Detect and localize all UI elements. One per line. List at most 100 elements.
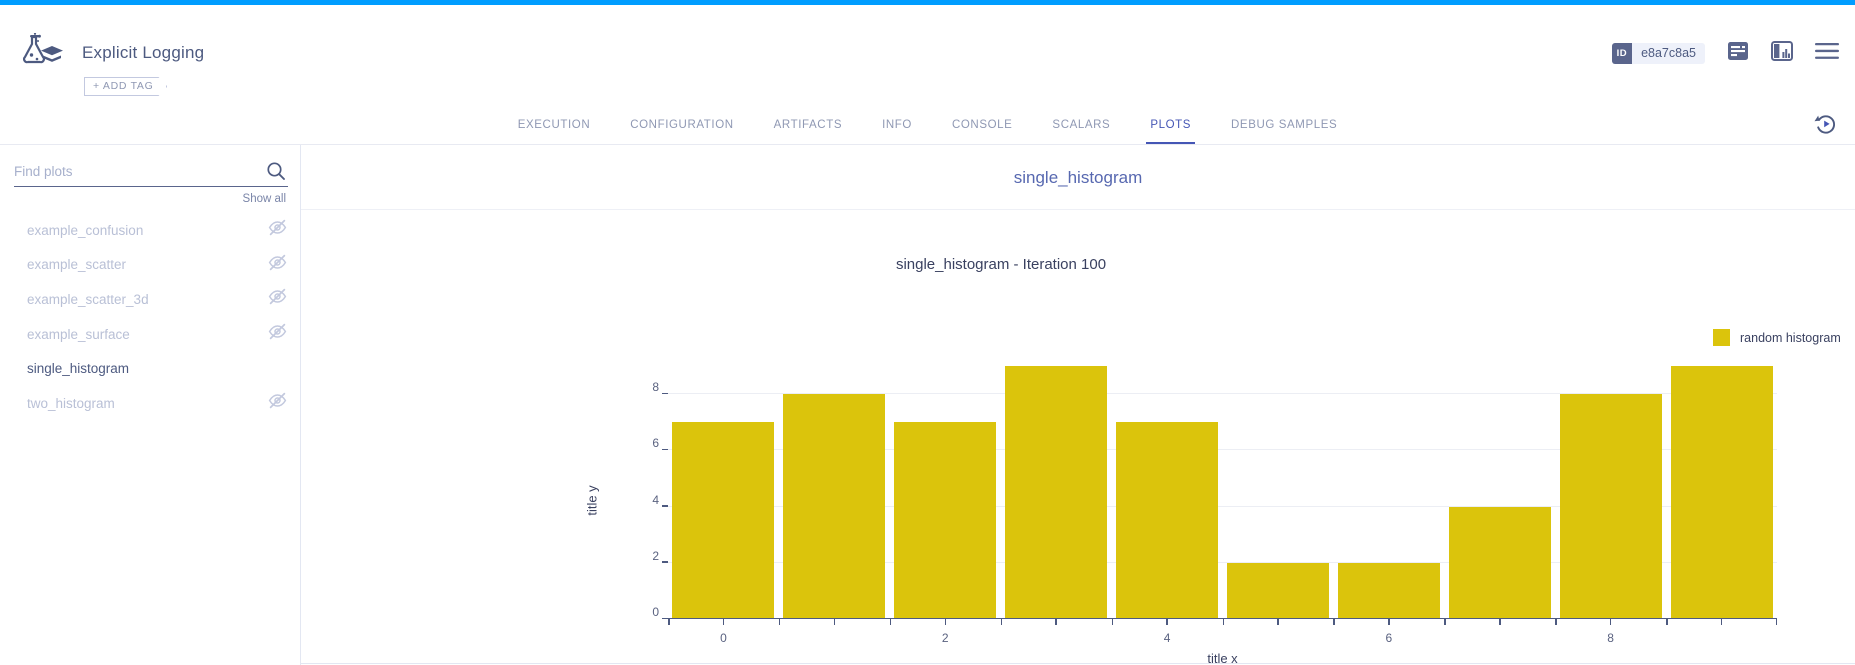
legend-label: random histogram <box>1740 330 1841 345</box>
x-tick <box>722 619 725 625</box>
bar[interactable] <box>1337 562 1440 619</box>
plot-card[interactable]: single_histogram - Iteration 100 0 2 4 6 8 0… <box>301 211 1855 665</box>
sidebar-item-example_surface[interactable]: example_surface <box>0 317 301 352</box>
sidebar-item-label: example_scatter_3d <box>27 291 149 307</box>
tab-info[interactable]: INFO <box>862 103 932 144</box>
tab-execution[interactable]: EXECUTION <box>498 103 611 144</box>
sidebar-item-example_scatter[interactable]: example_scatter <box>0 248 301 283</box>
x-tick-label: 4 <box>1163 631 1171 645</box>
chart-legend[interactable]: random histogram <box>1713 329 1841 346</box>
show-all-link[interactable]: Show all <box>243 193 286 205</box>
bar[interactable] <box>1226 562 1329 619</box>
id-value: e8a7c8a5 <box>1641 46 1696 60</box>
sidebar-item-label: single_histogram <box>27 361 130 377</box>
bar-slot <box>1666 366 1777 619</box>
bar[interactable] <box>1116 422 1219 619</box>
bar[interactable] <box>1005 366 1108 619</box>
x-tick-boundary <box>1775 619 1777 625</box>
tab-configuration[interactable]: CONFIGURATION <box>610 103 753 144</box>
x-tick-boundary <box>1666 619 1668 625</box>
sidebar-item-example_confusion[interactable]: example_confusion <box>0 213 301 248</box>
sidebar-item-example_scatter_3d[interactable]: example_scatter_3d <box>0 282 301 317</box>
x-tick <box>1277 619 1279 625</box>
tab-bar: EXECUTION CONFIGURATION ARTIFACTS INFO CONSO… <box>0 103 1855 145</box>
sidebar-item-label: two_histogram <box>27 395 115 411</box>
sidebar-item-label: example_surface <box>27 326 130 342</box>
x-tick-label: 0 <box>720 631 727 645</box>
bar-slot <box>668 366 779 619</box>
search-icon[interactable] <box>266 161 286 186</box>
search-field[interactable] <box>14 157 288 187</box>
y-tick <box>662 392 668 395</box>
bar-slot <box>1444 366 1555 619</box>
bar-slot <box>1223 366 1334 619</box>
x-tick <box>1720 619 1723 625</box>
tab-artifacts[interactable]: ARTIFACTS <box>754 103 862 144</box>
x-tick <box>1166 619 1168 625</box>
y-tick <box>662 617 668 619</box>
tab-console[interactable]: CONSOLE <box>932 103 1032 144</box>
y-tick-label: 0 <box>652 605 659 619</box>
hamburger-menu-icon[interactable] <box>1815 42 1839 65</box>
id-label: ID <box>1611 43 1633 64</box>
x-tick-boundary <box>889 619 892 625</box>
add-tag-button[interactable]: + ADD TAG <box>84 77 167 96</box>
x-tick <box>833 619 836 625</box>
eye-off-icon[interactable] <box>268 322 287 346</box>
y-axis-title: title y <box>584 485 600 516</box>
eye-off-icon[interactable] <box>268 391 287 415</box>
bar-slot <box>1001 366 1112 619</box>
sidebar-item-label: example_scatter <box>27 257 127 273</box>
x-tick-boundary <box>1555 619 1557 625</box>
header-actions: ID e8a7c8a5 <box>1611 41 1839 66</box>
x-tick-label: 2 <box>941 631 949 645</box>
tab-plots[interactable]: PLOTS <box>1130 103 1211 144</box>
sidebar-item-label: example_confusion <box>27 222 144 238</box>
bar-slot <box>1333 366 1444 619</box>
bar-series <box>668 366 1777 619</box>
x-tick-label: 8 <box>1607 631 1614 645</box>
page-title: Explicit Logging <box>82 43 205 62</box>
x-tick-boundary <box>1444 619 1446 625</box>
search-input[interactable] <box>14 157 250 185</box>
x-tick-boundary <box>1000 619 1003 625</box>
experiment-id-chip[interactable]: ID e8a7c8a5 <box>1611 43 1705 64</box>
split-view-icon[interactable] <box>1771 41 1793 66</box>
bar[interactable] <box>1670 366 1773 619</box>
x-tick <box>1499 619 1501 625</box>
sidebar-item-two_histogram[interactable]: two_histogram <box>0 386 301 421</box>
x-tick-boundary <box>778 619 781 625</box>
eye-off-icon[interactable] <box>268 287 287 311</box>
chart-title: single_histogram - Iteration 100 <box>895 256 1107 273</box>
tab-scalars[interactable]: SCALARS <box>1032 103 1130 144</box>
plot-panel-title: single_histogram <box>301 145 1855 210</box>
plot-list: example_confusion example_scatter example_… <box>0 213 301 421</box>
x-tick <box>1055 619 1057 625</box>
log-view-icon[interactable] <box>1727 41 1749 66</box>
y-tick <box>662 561 668 563</box>
plot-panel: single_histogram single_histogram - Iter… <box>301 145 1855 665</box>
chart-plot-area[interactable]: 0 2 4 6 8 0 2 4 6 8 <box>652 366 1777 645</box>
bar[interactable] <box>894 422 997 619</box>
x-tick-boundary <box>1222 619 1224 625</box>
x-tick <box>1609 619 1612 625</box>
y-tick-label: 8 <box>652 380 659 395</box>
sidebar-item-single_histogram[interactable]: single_histogram <box>0 351 301 386</box>
eye-off-icon[interactable] <box>268 218 287 242</box>
tab-debug-samples[interactable]: DEBUG SAMPLES <box>1211 103 1357 144</box>
x-tick-label: 6 <box>1385 631 1393 645</box>
auto-refresh-icon[interactable] <box>1813 111 1839 137</box>
bar[interactable] <box>672 422 775 619</box>
x-tick-boundary <box>1111 619 1114 625</box>
bar[interactable] <box>783 394 886 619</box>
eye-off-icon[interactable] <box>268 253 287 277</box>
bar[interactable] <box>1448 506 1551 619</box>
experiment-type-icon <box>18 32 64 73</box>
legend-swatch <box>1713 329 1730 346</box>
header: Explicit Logging + ADD TAG ID e8a7c8a5 <box>0 5 1855 103</box>
x-tick <box>944 619 946 625</box>
tab-list: EXECUTION CONFIGURATION ARTIFACTS INFO CONSO… <box>0 103 1855 144</box>
y-tick-label: 6 <box>652 436 659 451</box>
bar-slot <box>779 366 890 619</box>
bar[interactable] <box>1559 394 1662 619</box>
